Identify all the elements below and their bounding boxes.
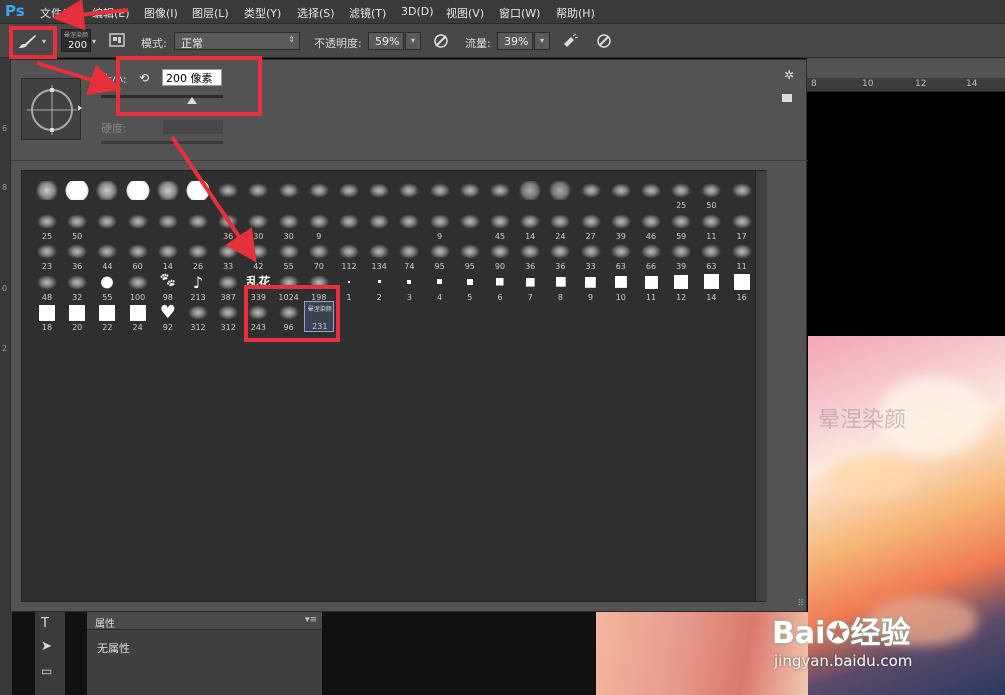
annotation-arrows bbox=[36, 0, 257, 263]
